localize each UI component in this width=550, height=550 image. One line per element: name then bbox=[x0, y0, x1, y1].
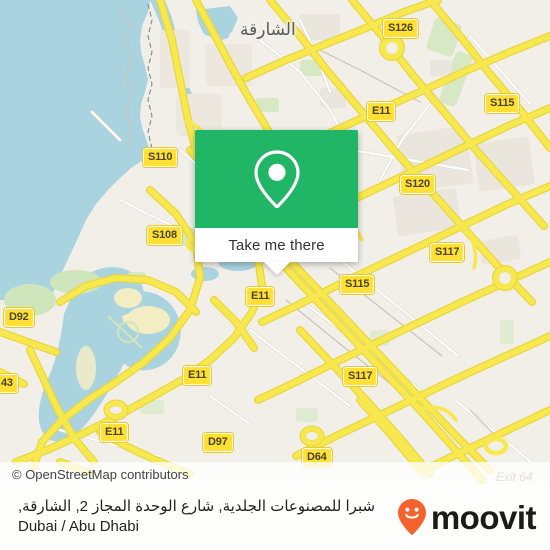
map-canvas[interactable]: .rd { stroke:#f7e84f; stroke-linecap:rou… bbox=[0, 0, 550, 484]
take-me-there-button[interactable]: Take me there bbox=[228, 237, 324, 254]
popup-card-image bbox=[195, 130, 358, 228]
road-shield: S117 bbox=[341, 366, 379, 387]
road-shield: S115 bbox=[338, 274, 376, 295]
road-shield: E11 bbox=[98, 422, 130, 443]
road-shield: E11 bbox=[365, 101, 397, 122]
road-shield: S126 bbox=[382, 18, 419, 39]
road-shield: S110 bbox=[141, 147, 179, 168]
place-region: Dubai / Abu Dhabi bbox=[18, 518, 139, 535]
road-shield: D92 bbox=[3, 307, 35, 328]
map-city-label: الشارقة bbox=[240, 20, 296, 39]
road-shield: D97 bbox=[202, 432, 234, 453]
map-pin-icon bbox=[253, 150, 300, 209]
moovit-wordmark: moovit bbox=[430, 498, 537, 536]
place-address-arabic: شبرا للمصنوعات الجلدية, شارع الوحدة المج… bbox=[18, 497, 376, 515]
moovit-logo[interactable]: moovit bbox=[397, 498, 537, 536]
popup-card-pointer bbox=[263, 262, 290, 275]
moovit-pin-icon bbox=[397, 499, 426, 535]
place-popup-card[interactable]: Take me there bbox=[195, 130, 358, 275]
attribution-bar: © OpenStreetMap contributors bbox=[0, 462, 550, 486]
road-shield: E11 bbox=[244, 286, 276, 307]
road-shield: S115 bbox=[483, 93, 521, 114]
popup-card-footer[interactable]: Take me there bbox=[195, 228, 358, 275]
road-shield: S108 bbox=[146, 225, 183, 246]
footer-bar: شبرا للمصنوعات الجلدية, شارع الوحدة المج… bbox=[0, 484, 550, 550]
osm-attribution-text[interactable]: © OpenStreetMap contributors bbox=[0, 467, 189, 482]
road-shield: 43 bbox=[0, 373, 19, 394]
road-shield: S120 bbox=[399, 174, 436, 195]
place-address-block: شبرا للمصنوعات الجلدية, شارع الوحدة المج… bbox=[18, 497, 375, 538]
road-shield: E11 bbox=[181, 365, 213, 386]
road-shield: S117 bbox=[428, 242, 466, 263]
